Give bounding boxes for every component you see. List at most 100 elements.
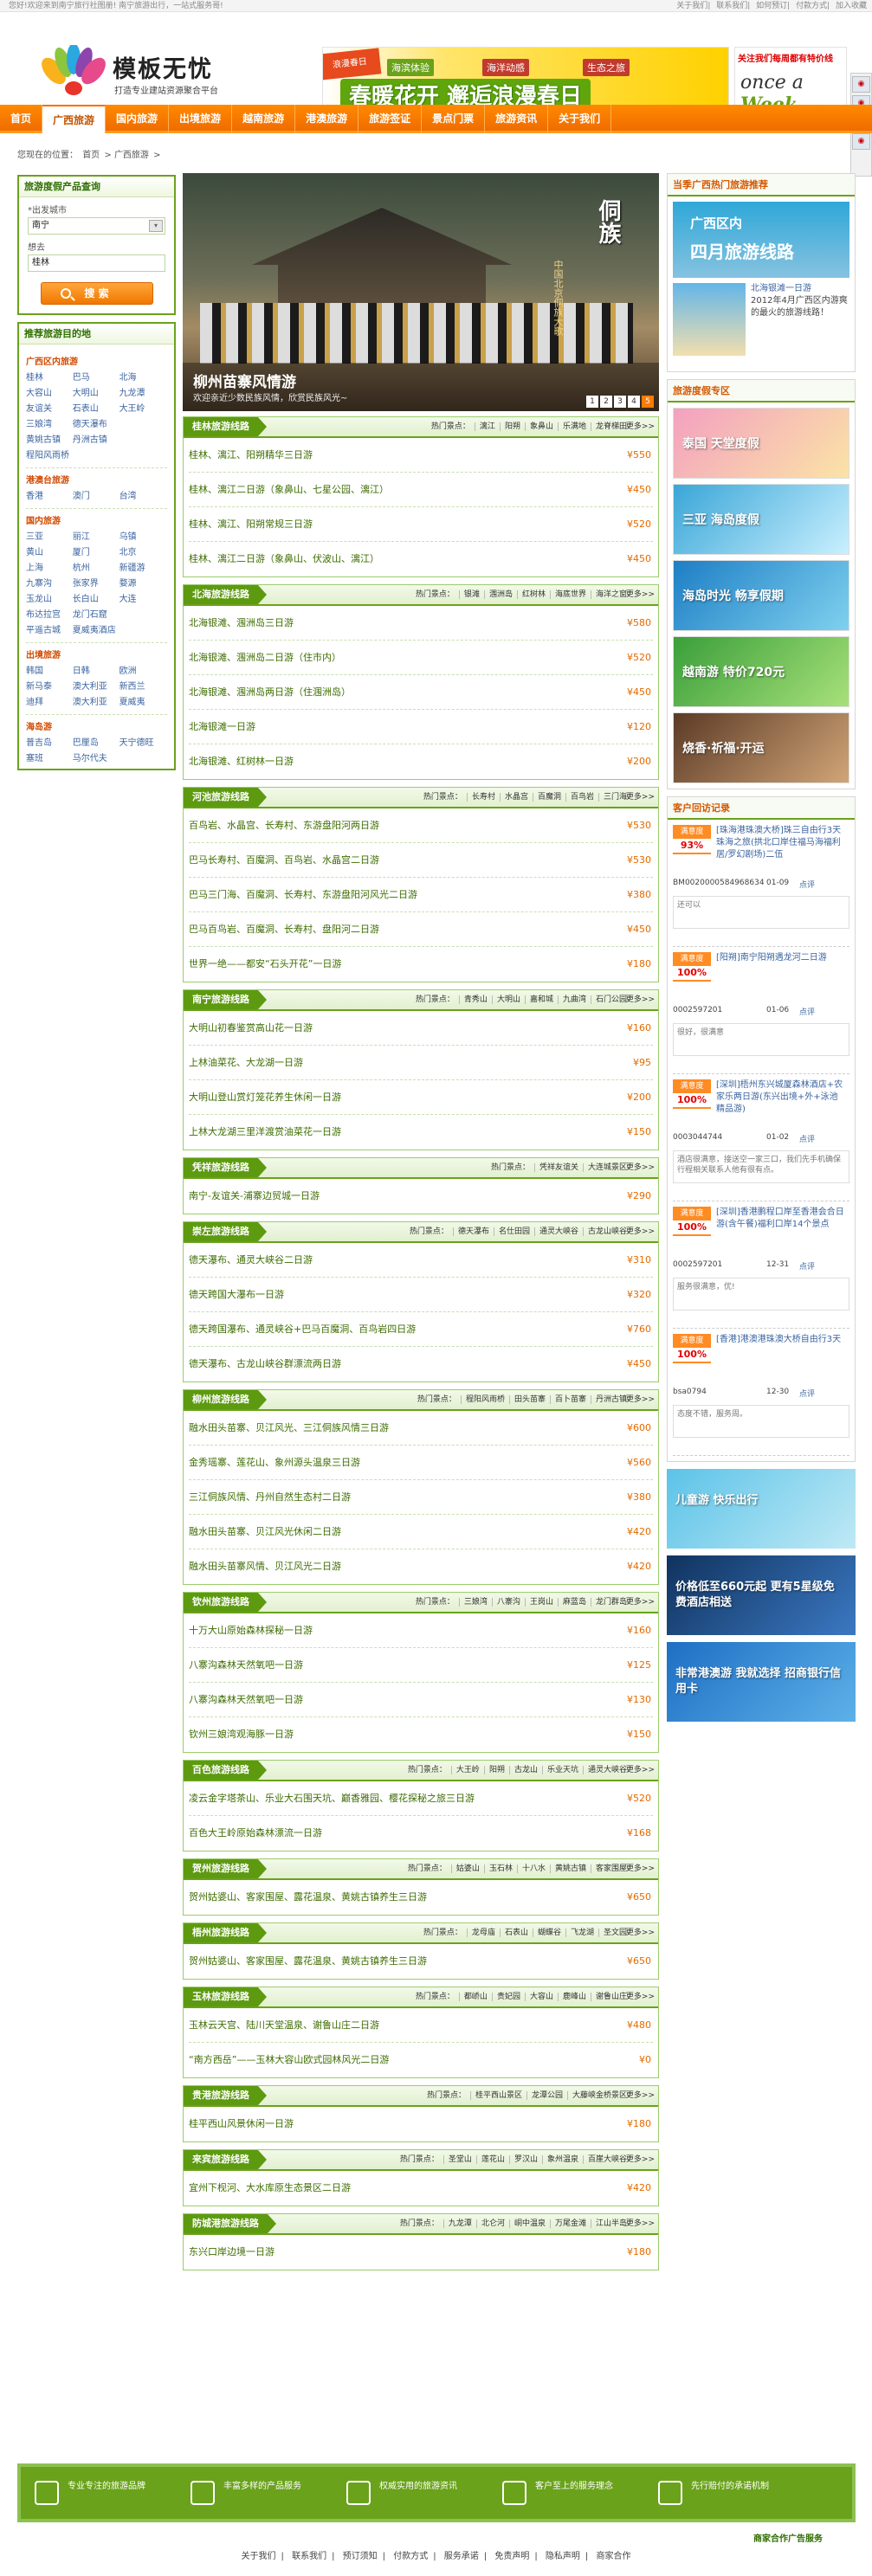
hot-spot-link[interactable]: 罗汉山 [508,2155,538,2164]
route-name[interactable]: 北海银滩、涠洲岛两日游（住涠洲岛） [189,686,351,698]
route-name[interactable]: 巴马长寿村、百魔洞、百鸟岩、水晶宫二日游 [189,854,379,866]
route-row[interactable]: 德天瀑布、通灵大峡谷二日游 ¥310 [189,1243,653,1278]
review-link[interactable]: 点评 [799,879,815,890]
destination-link[interactable]: 大容山 [26,386,73,402]
destination-link[interactable]: 厦门 [73,545,119,561]
bottom-link-promise[interactable]: 服务承诺 [444,2552,479,2561]
route-name[interactable]: 金秀瑶寨、莲花山、象州源头温泉三日游 [189,1457,360,1468]
hot-spot-link[interactable]: 圣堂山 [442,2155,472,2164]
hot-spot-link[interactable]: 海洋之窗 [590,590,627,599]
route-row[interactable]: 八寨沟森林天然氧吧一日游 ¥130 [189,1683,653,1717]
bottom-link-disclaimer[interactable]: 免责声明 [494,2552,529,2561]
side-ad[interactable]: 非常港澳游 我就选择 招商银行信用卡 [667,1642,856,1722]
hot-spot-link[interactable]: 阳朔 [483,1766,505,1774]
destination-link[interactable]: 丹洲古镇 [73,433,119,448]
bottom-link-about[interactable]: 关于我们 [242,2552,276,2561]
hot-spot-link[interactable]: 龙母庙 [466,1929,495,1937]
route-name[interactable]: 北海银滩、红树林一日游 [189,756,294,767]
visit-route-title[interactable]: [深圳]香港鹏程口岸至香港会合日游(含午餐)福利口岸14个景点 [716,1207,846,1231]
more-link[interactable]: 更多>> [626,1158,655,1177]
section-title[interactable]: 百色旅游线路 [184,1761,267,1780]
more-link[interactable]: 更多>> [626,2086,655,2105]
hot-spot-link[interactable]: 北仑河 [475,2219,505,2228]
hot-spot-link[interactable]: 江山半岛 [590,2219,627,2228]
more-link[interactable]: 更多>> [626,585,655,604]
route-row[interactable]: 八寨沟森林天然氧吧一日游 ¥125 [189,1648,653,1683]
route-name[interactable]: 德天瀑布、古龙山峡谷群漂流两日游 [189,1358,341,1369]
nav-news[interactable]: 旅游资讯 [485,105,549,133]
destination-link[interactable]: 夏威夷 [119,695,166,711]
route-name[interactable]: 贺州姑婆山、客家围屋、露花温泉、黄姚古镇养生三日游 [189,1955,427,1967]
destination-link[interactable]: 香港 [26,489,73,505]
hot-spot-link[interactable]: 水晶宫 [499,793,528,802]
route-name[interactable]: 大明山登山赏灯笼花养生休闲一日游 [189,1092,341,1103]
more-link[interactable]: 更多>> [626,1593,655,1612]
route-row[interactable]: “南方西岳”——玉林大容山欧式园林风光二日游 ¥0 [189,2043,653,2077]
destination-link[interactable]: 澳大利亚 [73,695,119,711]
route-name[interactable]: 百鸟岩、水晶宫、长寿村、东游盘阳河两日游 [189,820,379,831]
hot-spot-link[interactable]: 谢鲁山庄 [590,1993,627,2001]
hot-spot-link[interactable]: 古龙山 [508,1766,538,1774]
top-link-howto[interactable]: 如何预订 [756,2,787,10]
hot-spot-link[interactable]: 莲花山 [475,2155,505,2164]
bottom-link-payment[interactable]: 付款方式 [393,2552,428,2561]
destination-link[interactable]: 德天瀑布 [73,417,119,433]
hot-spot-link[interactable]: 红树林 [516,590,546,599]
hot-item[interactable]: 北海银滩一日游 2012年4月广西区内游爽的最火的旅游线路！ [673,283,849,366]
search-button[interactable]: 搜 索 [40,282,153,305]
destination-link[interactable]: 张家界 [73,576,119,592]
route-name[interactable]: 南宁-友谊关-浦寨边贸城一日游 [189,1190,320,1201]
more-link[interactable]: 更多>> [626,1390,655,1409]
destination-link[interactable]: 北海 [119,370,166,386]
hot-spot-link[interactable]: 通灵大峡谷 [582,1766,627,1774]
route-row[interactable]: 南宁-友谊关-浦寨边贸城一日游 ¥290 [189,1179,653,1214]
route-row[interactable]: 桂平西山风景休闲一日游 ¥180 [189,2107,653,2141]
side-ad[interactable]: 儿童游 快乐出行 [667,1469,856,1549]
hot-spot-link[interactable]: 麻蓝岛 [557,1598,586,1607]
route-row[interactable]: 桂林、漓江二日游（象鼻山、伏波山、漓江） ¥450 [189,542,653,576]
nav-guangxi[interactable]: 广西旅游 [42,105,107,133]
section-title[interactable]: 钦州旅游线路 [184,1593,267,1612]
section-title[interactable]: 南宁旅游线路 [184,990,267,1009]
destination-link[interactable]: 巴马 [73,370,119,386]
bottom-link-business[interactable]: 商家合作 [596,2552,630,2561]
destination-link[interactable]: 婺源 [119,576,166,592]
hot-spot-link[interactable]: 峒中温泉 [508,2219,546,2228]
destination-link[interactable]: 杭州 [73,561,119,576]
destination-link[interactable]: 上海 [26,561,73,576]
route-name[interactable]: 东兴口岸边境一日游 [189,2246,275,2257]
destination-link[interactable]: 台湾 [119,489,166,505]
destination-link[interactable]: 澳大利亚 [73,679,119,695]
route-row[interactable]: 巴马长寿村、百魔洞、百鸟岩、水晶宫二日游 ¥530 [189,843,653,878]
hot-spot-link[interactable]: 万尾金滩 [549,2219,586,2228]
route-row[interactable]: 上林大龙湖三里洋渡赏油菜花一日游 ¥150 [189,1115,653,1150]
route-name[interactable]: 桂平西山风景休闲一日游 [189,2118,294,2129]
route-row[interactable]: 东兴口岸边境一日游 ¥180 [189,2235,653,2270]
hot-spot-link[interactable]: 玉石林 [483,1864,513,1873]
route-name[interactable]: 三江侗族风情、丹州自然生态村二日游 [189,1491,351,1503]
destination-link[interactable]: 迪拜 [26,695,73,711]
route-row[interactable]: 桂林、漓江二日游（象鼻山、七星公园、漓江） ¥450 [189,473,653,507]
hot-spot-link[interactable]: 德天瀑布 [452,1227,489,1236]
hot-spot-link[interactable]: 飞龙湖 [565,1929,594,1937]
route-row[interactable]: 北海银滩、红树林一日游 ¥200 [189,744,653,779]
route-row[interactable]: 钦州三娘湾观海豚一日游 ¥150 [189,1717,653,1752]
route-name[interactable]: 世界一绝——都安“石头开花”一日游 [189,958,341,969]
route-row[interactable]: 桂林、漓江、阳朔精华三日游 ¥550 [189,438,653,473]
section-title[interactable]: 来宾旅游线路 [184,2150,267,2169]
destination-link[interactable]: 日韩 [73,664,119,679]
destination-link[interactable]: 韩国 [26,664,73,679]
business-cooperation[interactable]: 商家合作广告服务 [753,2531,823,2544]
destination-link[interactable]: 天宁德旺 [119,736,166,751]
hot-spot-link[interactable]: 九龙潭 [442,2219,472,2228]
route-row[interactable]: 德天跨国大瀑布一日游 ¥320 [189,1278,653,1312]
route-row[interactable]: 三江侗族风情、丹州自然生态村二日游 ¥380 [189,1480,653,1515]
visit-route-title[interactable]: [阳朔]南宁阳朔遇龙河二日游 [716,952,846,964]
route-row[interactable]: 北海银滩、涠洲岛两日游（住涠洲岛） ¥450 [189,675,653,710]
route-name[interactable]: 融水田头苗寨、贝江风光、三江侗族风情三日游 [189,1422,389,1433]
route-row[interactable]: 世界一绝——都安“石头开花”一日游 ¥180 [189,947,653,982]
more-link[interactable]: 更多>> [626,2214,655,2233]
destination-link[interactable]: 马尔代夫 [73,751,119,767]
hot-spot-link[interactable]: 大连城景区 [582,1163,627,1172]
route-name[interactable]: 德天跨国瀑布、通灵峡谷+巴马百魔洞、百鸟岩四日游 [189,1323,416,1335]
